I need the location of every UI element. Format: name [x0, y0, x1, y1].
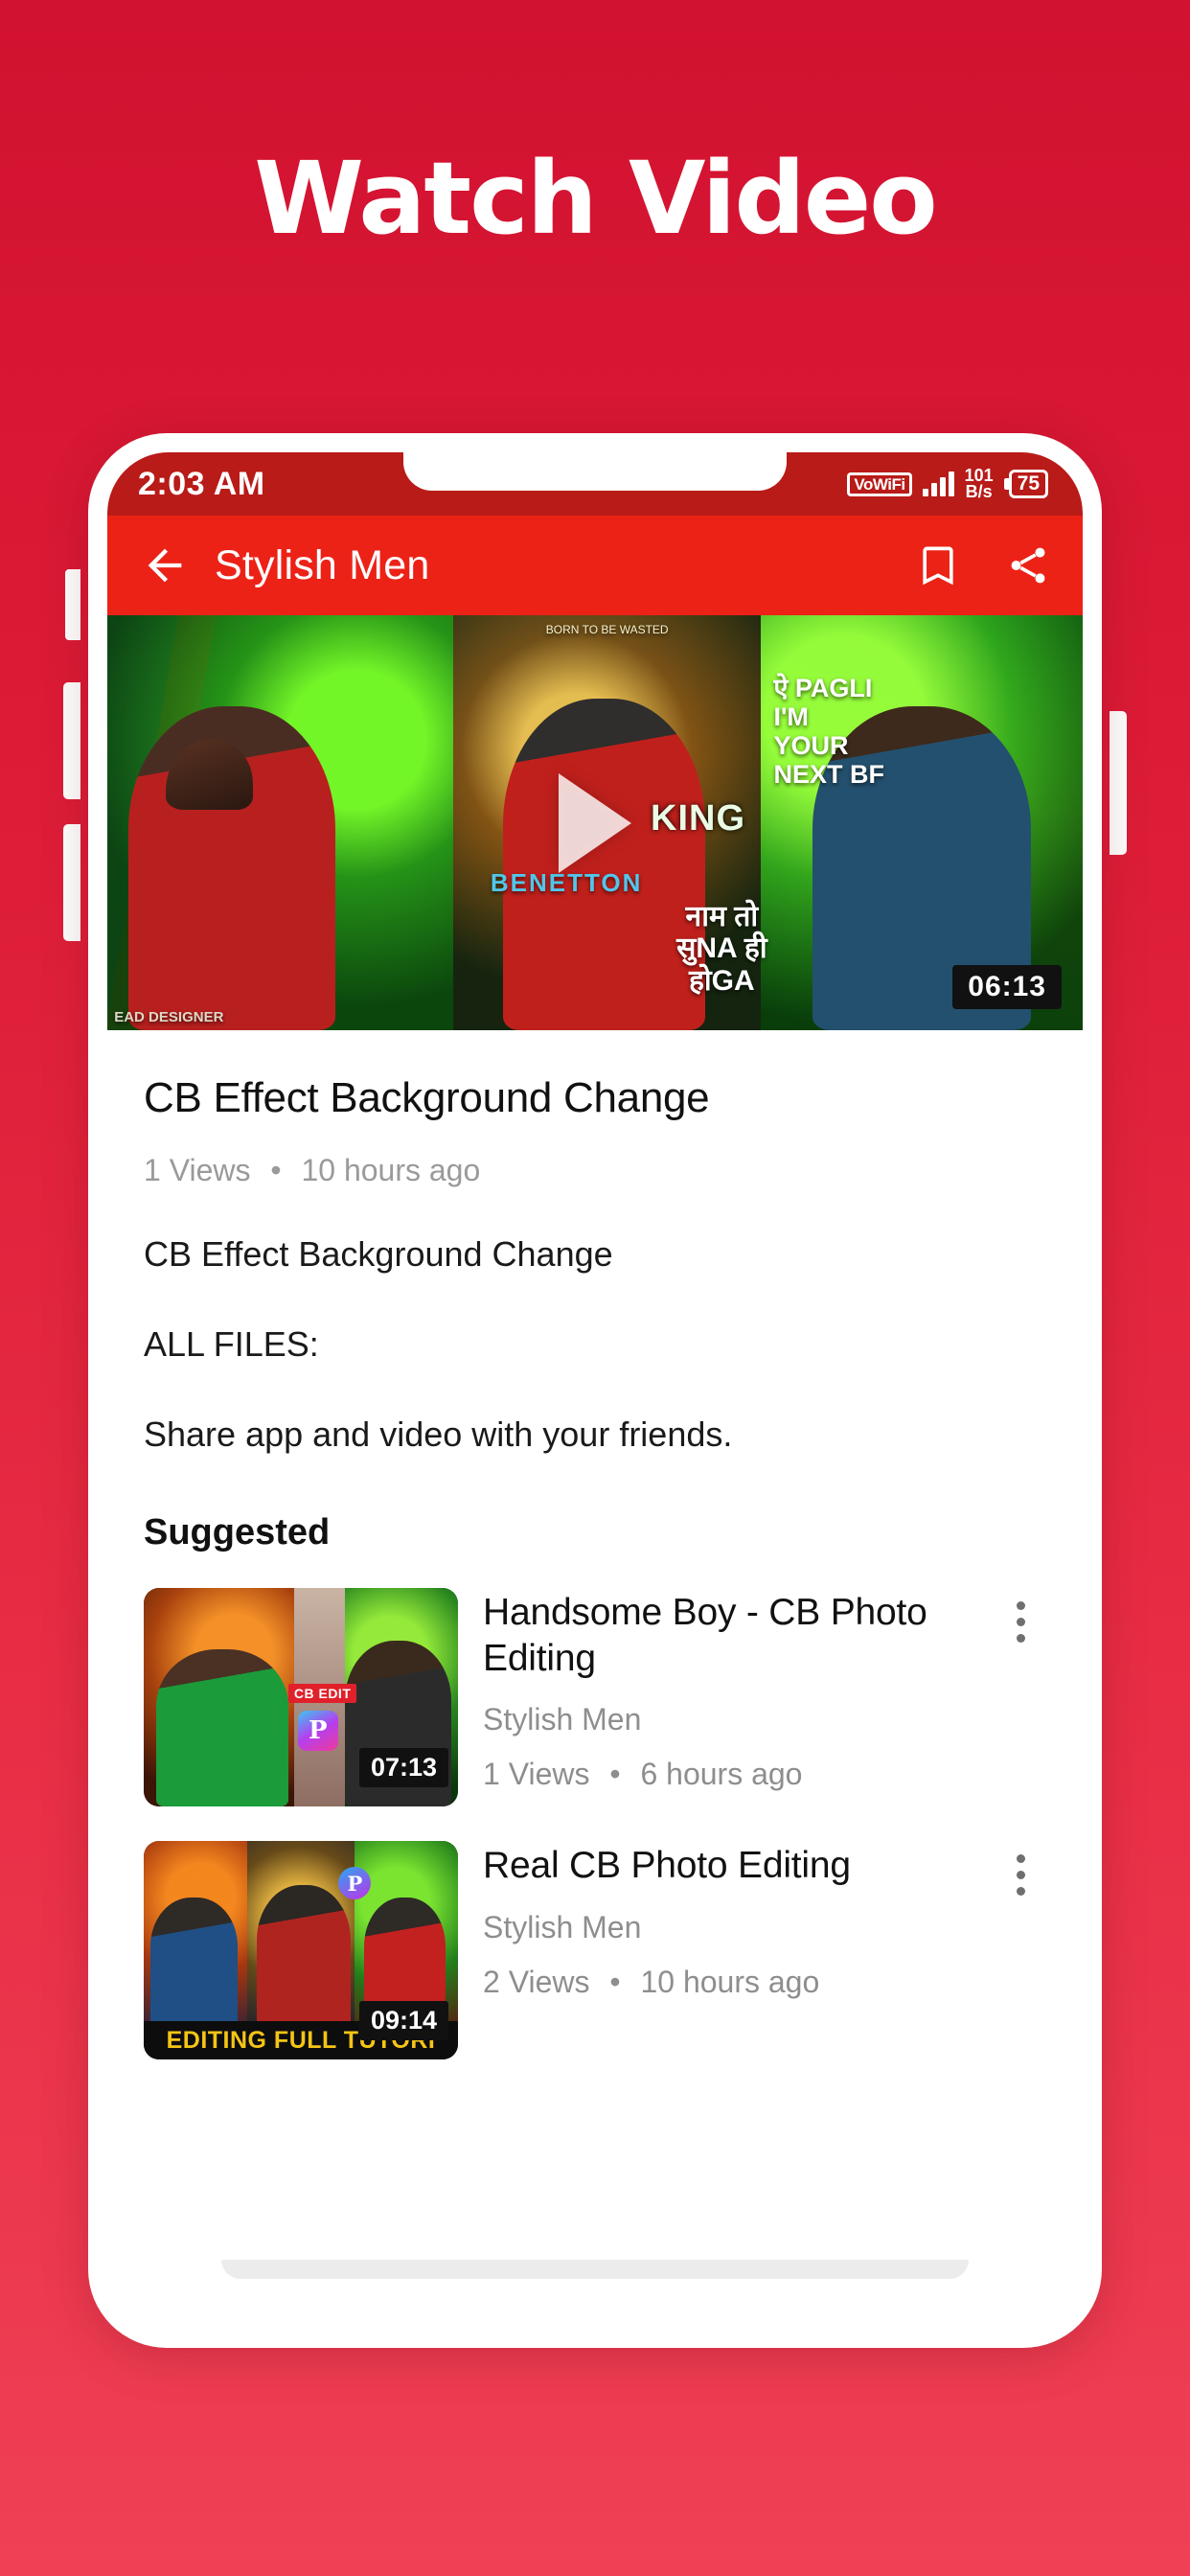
suggested-views: 1 Views [483, 1757, 590, 1792]
suggested-duration-badge: 07:13 [358, 1748, 448, 1787]
phone-mockup: 2:03 AM VoWiFi 101 B/s 75 Stylish Men EA… [63, 433, 1127, 2348]
video-subject-left [127, 706, 336, 1030]
status-bar-icons: VoWiFi 101 B/s 75 [847, 467, 1048, 501]
thumb-subject-1 [149, 1898, 239, 2034]
video-player[interactable]: EAD DESIGNER BORN TO BE WASTED KING BENE… [107, 615, 1083, 1030]
app-bar-actions [916, 543, 1050, 587]
suggested-separator: • [609, 1964, 621, 1999]
video-files-label: ALL FILES: [144, 1324, 319, 1364]
video-description: CB Effect Background Change [144, 1234, 613, 1274]
share-icon[interactable] [1006, 543, 1050, 587]
suggested-duration-badge: 09:14 [358, 2001, 448, 2040]
back-arrow-icon[interactable] [140, 540, 190, 590]
suggested-title: Handsome Boy - CB Photo Editing [483, 1592, 927, 1679]
suggested-views: 2 Views [483, 1964, 590, 1999]
phone-notch [403, 452, 787, 491]
suggested-thumbnail[interactable]: CB EDIT P 07:13 [144, 1588, 458, 1806]
list-item[interactable]: CB EDIT P 07:13 Handsome Boy - CB Photo … [144, 1588, 1046, 1806]
network-speed-indicator: 101 B/s [965, 467, 994, 501]
thumb-badge-label: CB EDIT [287, 1684, 357, 1704]
video-caption-left: नाम तो सुNA ही होGA [676, 900, 767, 997]
suggested-channel: Stylish Men [483, 1909, 642, 1944]
signal-strength-icon [922, 472, 954, 496]
video-subject-left-hair [165, 739, 253, 811]
video-duration-badge: 06:13 [952, 965, 1062, 1009]
network-speed-unit: B/s [965, 482, 993, 501]
home-indicator [221, 2260, 969, 2279]
suggested-stats: 2 Views • 10 hours ago [483, 1965, 995, 2000]
kebab-menu-icon[interactable] [995, 1588, 1046, 1643]
phone-power-button[interactable] [1110, 711, 1127, 855]
picsart-app-icon: P [297, 1710, 338, 1751]
list-item[interactable]: P EDITING FULL TUTORI 09:14 Real CB Phot… [144, 1841, 1046, 2059]
status-bar: 2:03 AM VoWiFi 101 B/s 75 [107, 452, 1083, 516]
battery-icon: 75 [1003, 469, 1048, 499]
video-upload-time: 10 hours ago [301, 1153, 481, 1187]
bookmark-icon[interactable] [916, 543, 960, 587]
status-bar-clock: 2:03 AM [138, 465, 265, 502]
video-caption-shirt: BENETTON [490, 868, 643, 898]
video-caption-king: KING [651, 797, 745, 839]
suggested-info: Real CB Photo Editing Stylish Men 2 View… [458, 1841, 995, 2000]
video-share-note: Share app and video with your friends. [144, 1414, 733, 1454]
video-watermark-left: EAD DESIGNER [114, 1008, 224, 1025]
play-button[interactable] [559, 772, 631, 873]
video-meta: 1 Views • 10 hours ago [144, 1153, 1046, 1188]
app-bar-title: Stylish Men [215, 541, 430, 588]
suggested-upload-time: 6 hours ago [640, 1757, 803, 1792]
suggested-thumbnail[interactable]: P EDITING FULL TUTORI 09:14 [144, 1841, 458, 2059]
thumb-subject-left [156, 1648, 288, 1806]
suggested-channel: Stylish Men [483, 1702, 642, 1737]
suggested-heading: Suggested [144, 1512, 331, 1552]
suggested-stats: 1 Views • 6 hours ago [483, 1757, 995, 1792]
video-views: 1 Views [144, 1153, 251, 1187]
thumb-subject-2 [257, 1884, 352, 2038]
phone-volume-up-button[interactable] [63, 682, 80, 799]
video-title: CB Effect Background Change [144, 1074, 710, 1121]
suggested-info: Handsome Boy - CB Photo Editing Stylish … [458, 1588, 995, 1792]
page-title: Watch Video [254, 140, 938, 257]
vowifi-icon: VoWiFi [847, 472, 912, 496]
phone-screen: 2:03 AM VoWiFi 101 B/s 75 Stylish Men EA… [107, 452, 1083, 2329]
suggested-upload-time: 10 hours ago [640, 1964, 820, 1999]
video-details: CB Effect Background Change 1 Views • 10… [107, 1074, 1083, 2059]
video-caption-center-top: BORN TO BE WASTED [545, 622, 669, 636]
kebab-menu-icon[interactable] [995, 1841, 1046, 1896]
phone-volume-down-button[interactable] [63, 824, 80, 941]
suggested-separator: • [609, 1757, 621, 1792]
phone-body: 2:03 AM VoWiFi 101 B/s 75 Stylish Men EA… [88, 433, 1102, 2348]
battery-level-label: 75 [1008, 469, 1048, 499]
app-bar: Stylish Men [107, 516, 1083, 615]
battery-tip [1003, 477, 1009, 490]
video-meta-separator: • [270, 1153, 282, 1187]
video-caption-right: ऐ PAGLI I'M YOUR NEXT BF [773, 673, 884, 790]
suggested-title: Real CB Photo Editing [483, 1845, 851, 1886]
phone-silent-switch[interactable] [65, 569, 80, 640]
